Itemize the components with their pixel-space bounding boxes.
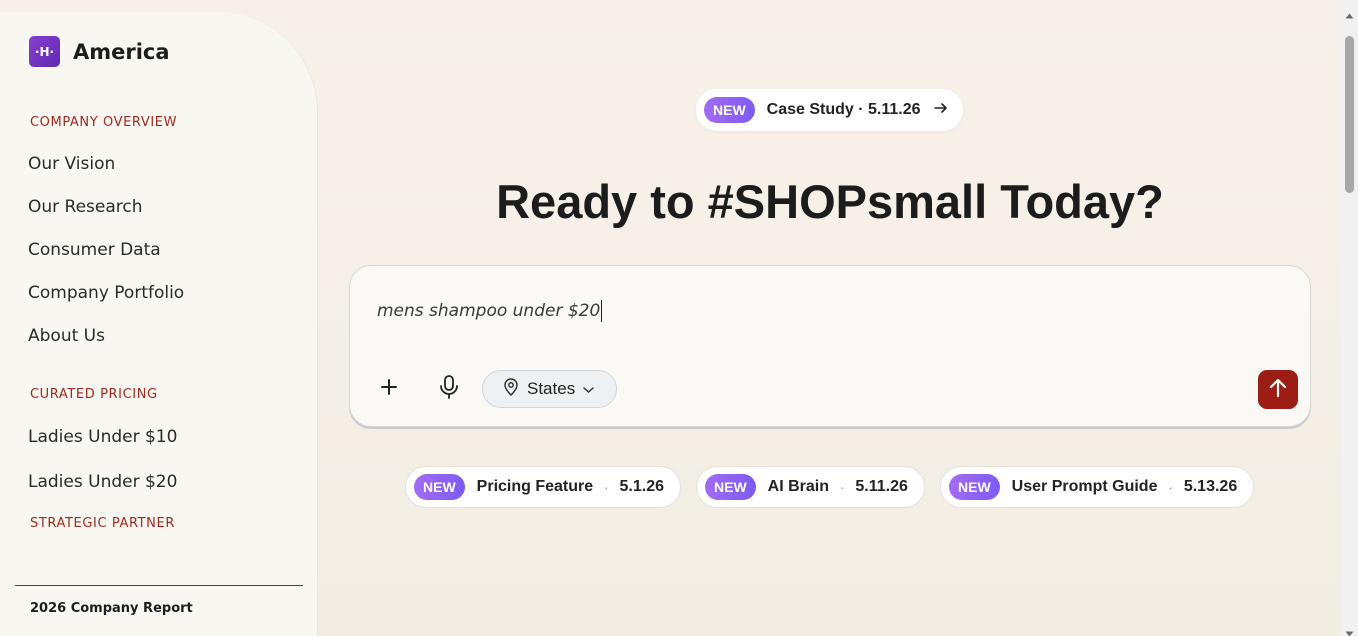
brand-name: America	[73, 39, 170, 64]
sidebar-item-ladies-under-20[interactable]: Ladies Under $20	[28, 472, 177, 492]
feature-date: 5.11.26	[855, 478, 908, 495]
scrollbar-thumb[interactable]	[1345, 36, 1354, 193]
brand[interactable]: ·H· America	[29, 36, 170, 67]
new-badge: NEW	[949, 474, 1000, 500]
scroll-down-icon[interactable]	[1345, 623, 1354, 636]
plus-icon	[380, 378, 398, 400]
sidebar-divider	[15, 585, 303, 586]
sidebar: ·H· America COMPANY OVERVIEW Our Vision …	[0, 12, 318, 636]
prompt-value: mens shampoo under $20	[377, 301, 601, 321]
section-title-strategic-partner: STRATEGIC PARTNER	[30, 516, 175, 531]
feature-date: 5.13.26	[1183, 478, 1238, 495]
separator-dot: ·	[604, 479, 609, 495]
prompt-box: mens shampoo under $20 States	[349, 265, 1311, 427]
new-badge: NEW	[705, 474, 756, 500]
sidebar-item-company-portfolio[interactable]: Company Portfolio	[28, 283, 184, 303]
announcement-label: Case Study · 5.11.26	[766, 101, 921, 118]
send-button[interactable]	[1258, 370, 1298, 409]
sidebar-item-our-research[interactable]: Our Research	[28, 197, 143, 217]
text-caret	[601, 300, 603, 322]
microphone-icon	[439, 375, 459, 403]
sidebar-item-our-vision[interactable]: Our Vision	[28, 154, 115, 174]
separator-dot: ·	[1168, 479, 1173, 495]
location-select[interactable]: States	[482, 370, 617, 408]
new-badge: NEW	[414, 474, 465, 500]
feature-date: 5.1.26	[619, 478, 664, 495]
sidebar-item-ladies-under-10[interactable]: Ladies Under $10	[28, 427, 177, 447]
prompt-input[interactable]: mens shampoo under $20	[377, 300, 603, 322]
chevron-down-icon	[583, 379, 594, 399]
feature-label: AI Brain	[767, 478, 830, 495]
feature-pill-pricing-feature[interactable]: NEW Pricing Feature · 5.1.26	[405, 466, 681, 508]
announcement-pill[interactable]: NEW Case Study · 5.11.26	[696, 89, 963, 131]
company-report-link[interactable]: 2026 Company Report	[30, 601, 193, 616]
add-attachment-button[interactable]	[371, 371, 407, 407]
scroll-up-icon[interactable]	[1345, 5, 1354, 19]
arrow-up-icon	[1269, 378, 1287, 402]
scrollbar[interactable]	[1341, 0, 1358, 636]
feature-pill-ai-brain[interactable]: NEW AI Brain · 5.11.26	[696, 466, 925, 508]
voice-input-button[interactable]	[431, 371, 467, 407]
section-title-curated-pricing: CURATED PRICING	[30, 387, 158, 402]
new-badge: NEW	[704, 97, 755, 123]
arrow-right-icon	[933, 101, 948, 120]
feature-pill-user-prompt-guide[interactable]: NEW User Prompt Guide · 5.13.26	[940, 466, 1254, 508]
section-title-company-overview: COMPANY OVERVIEW	[30, 115, 178, 130]
page-title: Ready to #SHOPsmall Today?	[496, 175, 1164, 228]
feature-label: User Prompt Guide	[1011, 478, 1158, 495]
sidebar-item-about-us[interactable]: About Us	[28, 326, 105, 346]
location-label: States	[527, 379, 576, 398]
sidebar-item-consumer-data[interactable]: Consumer Data	[28, 240, 161, 260]
separator-dot: ·	[840, 479, 845, 495]
feature-label: Pricing Feature	[476, 478, 594, 495]
location-pin-icon	[503, 377, 519, 401]
brand-logo-icon: ·H·	[29, 36, 60, 67]
